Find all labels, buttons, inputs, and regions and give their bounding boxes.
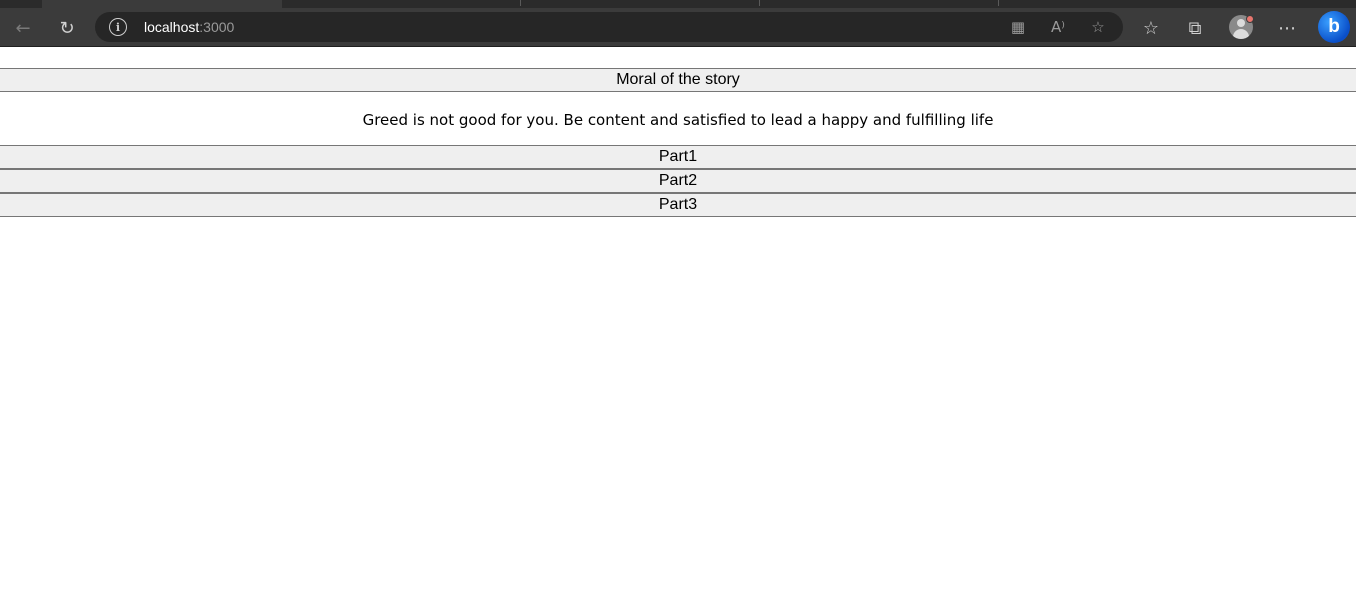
tab-separator bbox=[520, 0, 521, 6]
more-button[interactable]: ⋯ bbox=[1271, 12, 1303, 44]
page-content: Moral of the story Greed is not good for… bbox=[0, 47, 1356, 613]
more-icon: ⋯ bbox=[1278, 17, 1296, 39]
accordion-header-moral[interactable]: Moral of the story bbox=[0, 68, 1356, 92]
back-button[interactable]: ← bbox=[7, 12, 39, 44]
app-grid-icon[interactable]: ▦ bbox=[1006, 15, 1030, 39]
accordion-header-part2[interactable]: Part2 bbox=[0, 169, 1356, 193]
favorites-list-icon: ☆ bbox=[1142, 17, 1160, 39]
active-tab[interactable] bbox=[42, 0, 282, 8]
notification-dot bbox=[1246, 15, 1254, 23]
url-text[interactable]: localhost:3000 bbox=[144, 19, 234, 35]
favorites-button[interactable]: ☆ bbox=[1135, 12, 1167, 44]
avatar-body bbox=[1233, 29, 1249, 39]
accordion-content-moral: Greed is not good for you. Be content an… bbox=[362, 111, 994, 129]
browser-toolbar: ← ↻ i localhost:3000 ▦ A⁾ ☆ ☆ ⧉ ⋯ b bbox=[0, 8, 1356, 47]
tab-separator bbox=[998, 0, 999, 6]
tab-strip bbox=[0, 0, 1356, 8]
refresh-button[interactable]: ↻ bbox=[51, 12, 83, 44]
collections-icon: ⧉ bbox=[1188, 17, 1202, 39]
address-bar[interactable]: i localhost:3000 ▦ A⁾ ☆ bbox=[95, 12, 1123, 42]
url-host: localhost bbox=[144, 19, 200, 35]
read-aloud-icon[interactable]: A⁾ bbox=[1046, 15, 1070, 39]
url-port: :3000 bbox=[199, 19, 235, 35]
avatar-head bbox=[1237, 19, 1245, 27]
refresh-icon: ↻ bbox=[59, 17, 75, 39]
collections-button[interactable]: ⧉ bbox=[1179, 12, 1211, 44]
accordion-header-part1[interactable]: Part1 bbox=[0, 145, 1356, 169]
tab-separator bbox=[759, 0, 760, 6]
accordion-header-part3[interactable]: Part3 bbox=[0, 193, 1356, 217]
browser-chrome: ← ↻ i localhost:3000 ▦ A⁾ ☆ ☆ ⧉ ⋯ b bbox=[0, 0, 1356, 47]
star-icon[interactable]: ☆ bbox=[1086, 15, 1110, 39]
arrow-left-icon: ← bbox=[15, 17, 31, 39]
bing-icon[interactable]: b bbox=[1318, 11, 1350, 43]
info-icon[interactable]: i bbox=[109, 18, 127, 36]
